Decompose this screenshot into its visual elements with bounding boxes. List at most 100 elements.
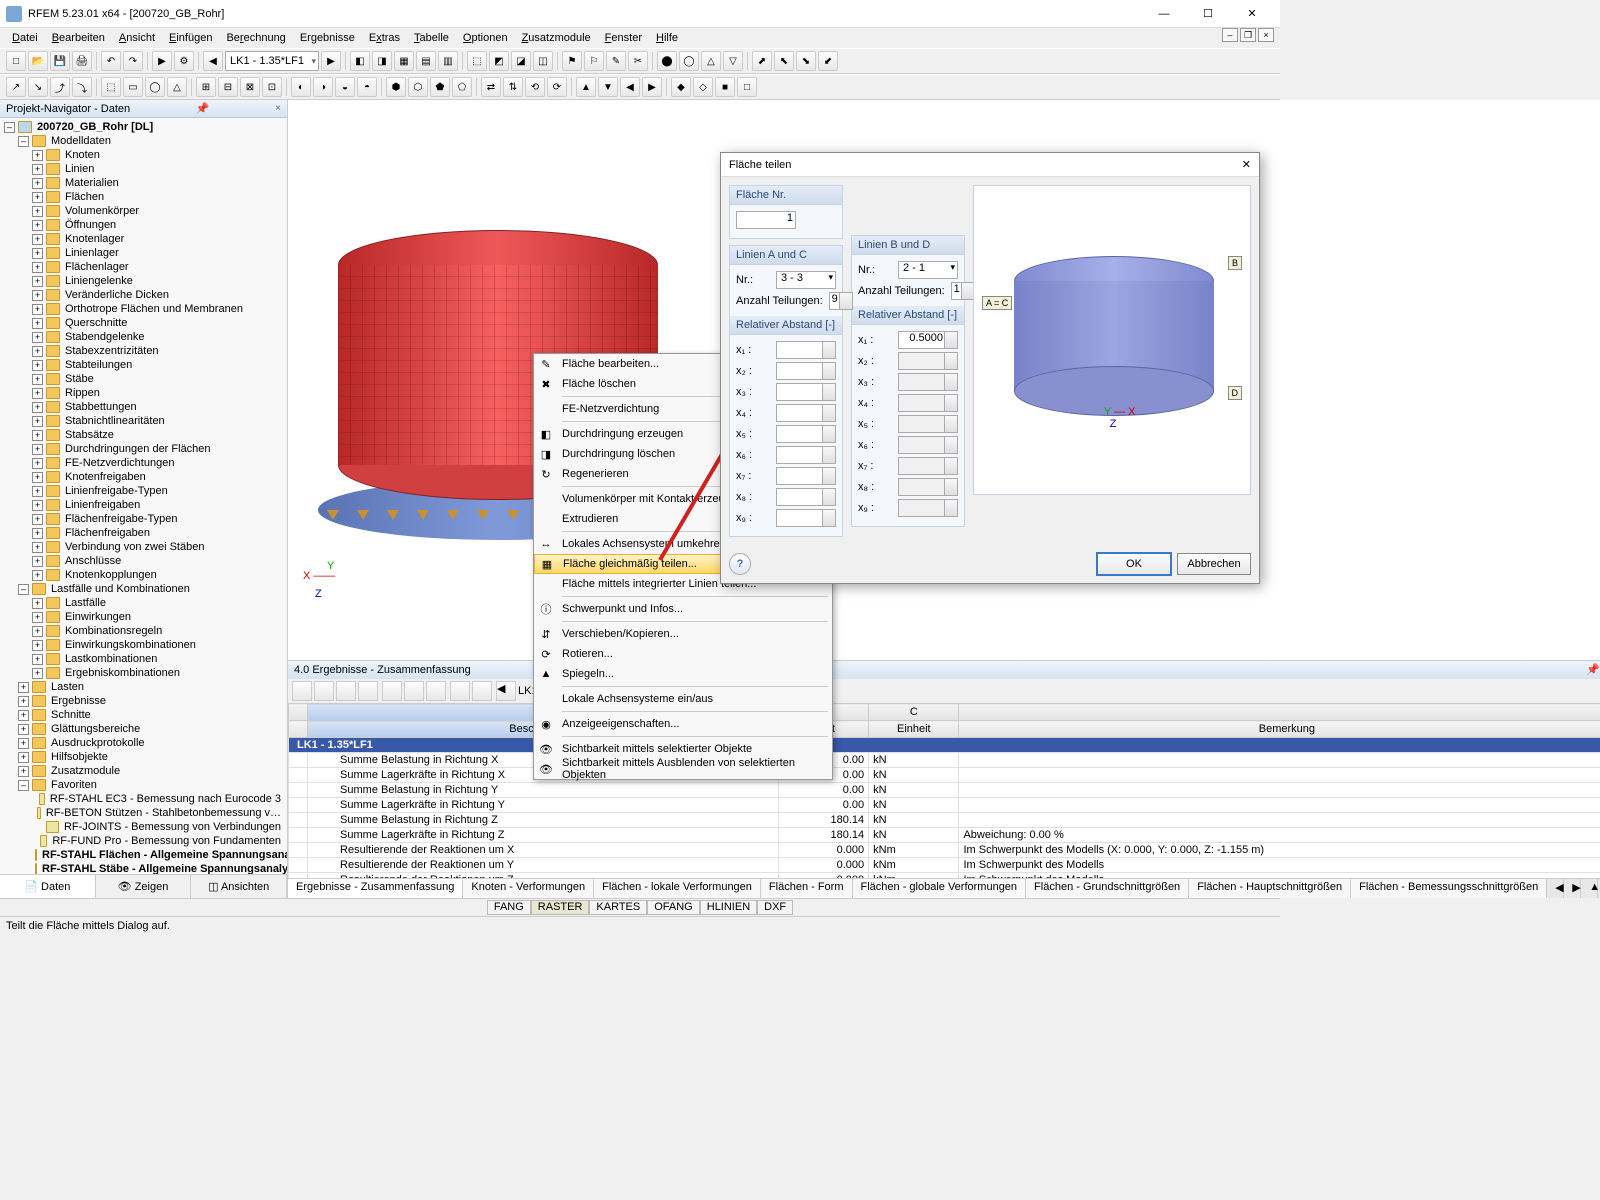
tb2-4[interactable]: ⤵ (72, 77, 92, 97)
tree-node[interactable]: –200720_GB_Rohr [DL] (4, 120, 283, 134)
menu-ansicht[interactable]: Ansicht (113, 30, 161, 46)
rtb-8[interactable] (450, 681, 470, 701)
tree-node[interactable]: +Knotenlager (4, 232, 283, 246)
tb2-23[interactable]: ⟲ (525, 77, 545, 97)
mdi-min[interactable]: – (1222, 28, 1238, 42)
spin-x9[interactable] (776, 509, 836, 527)
rtb-6[interactable] (404, 681, 424, 701)
table-row[interactable]: Summe Belastung in Richtung Z180.14kN (289, 813, 1600, 828)
context-item[interactable]: ⇵Verschieben/Kopieren... (534, 624, 832, 644)
tb-next[interactable]: ▶ (321, 51, 341, 71)
context-item[interactable]: 👁Sichtbarkeit mittels selektierter Objek… (534, 739, 832, 759)
tree-node[interactable]: +Einwirkungskombinationen (4, 638, 283, 652)
tb-calc[interactable]: ▶ (152, 51, 172, 71)
tree-node[interactable]: +FE-Netzverdichtungen (4, 456, 283, 470)
tb-y4[interactable]: ◫ (533, 51, 553, 71)
tb-z4[interactable]: ✂ (628, 51, 648, 71)
context-item[interactable]: ⓘSchwerpunkt und Infos... (534, 599, 832, 619)
tree-node[interactable]: +Durchdringungen der Flächen (4, 442, 283, 456)
tree-node[interactable]: +Knotenkopplungen (4, 568, 283, 582)
menu-ergebnisse[interactable]: Ergebnisse (294, 30, 361, 46)
menu-einfuegen[interactable]: Einfügen (163, 30, 218, 46)
tb2-12[interactable]: ⊡ (262, 77, 282, 97)
navigator-pin-icon[interactable]: 📌 (196, 100, 210, 117)
table-row[interactable]: Summe Lagerkräfte in Richtung X0.00kN (289, 768, 1600, 783)
snap-fang[interactable]: FANG (487, 900, 531, 915)
tb-y2[interactable]: ◩ (489, 51, 509, 71)
spin-x5[interactable] (776, 425, 836, 443)
snap-dxf[interactable]: DXF (757, 900, 793, 915)
tb-open[interactable]: 📂 (28, 51, 48, 71)
tab-nav[interactable]: ◀ (1547, 879, 1564, 898)
spin-x1[interactable] (776, 341, 836, 359)
tree-node[interactable]: +Flächenlager (4, 260, 283, 274)
tree-node[interactable]: +Linienlager (4, 246, 283, 260)
mdi-close[interactable]: × (1258, 28, 1274, 42)
tb-undo[interactable]: ↶ (101, 51, 121, 71)
tb2-10[interactable]: ⊟ (218, 77, 238, 97)
tree-node[interactable]: +Flächenfreigaben (4, 526, 283, 540)
rtb-9[interactable] (472, 681, 492, 701)
tb-z1[interactable]: ⚑ (562, 51, 582, 71)
tb2-2[interactable]: ↘ (28, 77, 48, 97)
results-tab[interactable]: Flächen - Grundschnittgrößen (1026, 879, 1189, 898)
spin-x4[interactable] (776, 404, 836, 422)
tb2-32[interactable]: □ (737, 77, 757, 97)
tb2-21[interactable]: ⇄ (481, 77, 501, 97)
results-tab[interactable]: Flächen - Bemessungsschnittgrößen (1351, 879, 1547, 898)
tb-y3[interactable]: ◪ (511, 51, 531, 71)
menu-extras[interactable]: Extras (363, 30, 406, 46)
tree-node[interactable]: +Flächenfreigabe-Typen (4, 512, 283, 526)
menu-optionen[interactable]: Optionen (457, 30, 514, 46)
tb2-31[interactable]: ■ (715, 77, 735, 97)
context-item[interactable]: Lokale Achsensysteme ein/aus (534, 689, 832, 709)
tb2-29[interactable]: ◆ (671, 77, 691, 97)
tree-node[interactable]: +Ergebnisse (4, 694, 283, 708)
dialog-help-button[interactable]: ? (729, 553, 751, 575)
tb2-1[interactable]: ↗ (6, 77, 26, 97)
tb2-14[interactable]: ◑ (313, 77, 333, 97)
tb2-27[interactable]: ◀ (620, 77, 640, 97)
tree-node[interactable]: +Ergebniskombinationen (4, 666, 283, 680)
combo-nr-a[interactable]: 3 - 3 (776, 271, 836, 289)
rtb-prev[interactable]: ◀ (496, 681, 516, 701)
tb-b2[interactable]: ⬉ (774, 51, 794, 71)
menu-hilfe[interactable]: Hilfe (650, 30, 684, 46)
tree-node[interactable]: –Lastfälle und Kombinationen (4, 582, 283, 596)
results-tab[interactable]: Ergebnisse - Zusammenfassung (288, 879, 463, 898)
tree-node[interactable]: +Querschnitte (4, 316, 283, 330)
tree-node[interactable]: +Stabsätze (4, 428, 283, 442)
tb2-24[interactable]: ⟳ (547, 77, 567, 97)
menu-datei[interactable]: Datei (6, 30, 44, 46)
navtab-zeigen[interactable]: 👁 Zeigen (96, 875, 192, 898)
spin-x1[interactable]: 0.5000 (898, 331, 958, 349)
results-pin-icon[interactable]: 📌 (1586, 664, 1600, 676)
tb-x3[interactable]: ▦ (394, 51, 414, 71)
combo-nr-b[interactable]: 2 - 1 (898, 261, 958, 279)
tb-a4[interactable]: ▽ (723, 51, 743, 71)
results-table[interactable]: ABC BeschreibungWertEinheitBemerkung LK1… (288, 703, 1600, 878)
tree-node[interactable]: RF-STAHL Stäbe - Allgemeine Spannungsana… (4, 862, 283, 874)
tb2-20[interactable]: ⬠ (452, 77, 472, 97)
tree-node[interactable]: +Ausdruckprotokolle (4, 736, 283, 750)
table-row[interactable]: Summe Belastung in Richtung X0.00kN (289, 753, 1600, 768)
close-button[interactable]: ✕ (1230, 0, 1274, 28)
tree-node[interactable]: +Linien (4, 162, 283, 176)
tb-a1[interactable]: ⬤ (657, 51, 677, 71)
tree-node[interactable]: +Zusatzmodule (4, 764, 283, 778)
spin-anz-a[interactable]: 9 (829, 292, 853, 310)
tb2-8[interactable]: △ (167, 77, 187, 97)
tree-node[interactable]: +Lastfälle (4, 596, 283, 610)
tree-node[interactable]: +Stabbettungen (4, 400, 283, 414)
context-item[interactable]: ◉Anzeigeeigenschaften... (534, 714, 832, 734)
table-row[interactable]: Summe Lagerkräfte in Richtung Y0.00kN (289, 798, 1600, 813)
snap-ofang[interactable]: OFANG (647, 900, 700, 915)
minimize-button[interactable]: — (1142, 0, 1186, 28)
tb2-15[interactable]: ◒ (335, 77, 355, 97)
rtb-4[interactable] (358, 681, 378, 701)
ok-button[interactable]: OK (1097, 553, 1171, 575)
tb2-18[interactable]: ⬡ (408, 77, 428, 97)
tree-node[interactable]: +Stabteilungen (4, 358, 283, 372)
dialog-close-icon[interactable]: ✕ (1242, 158, 1251, 171)
tb-prev[interactable]: ◀ (203, 51, 223, 71)
